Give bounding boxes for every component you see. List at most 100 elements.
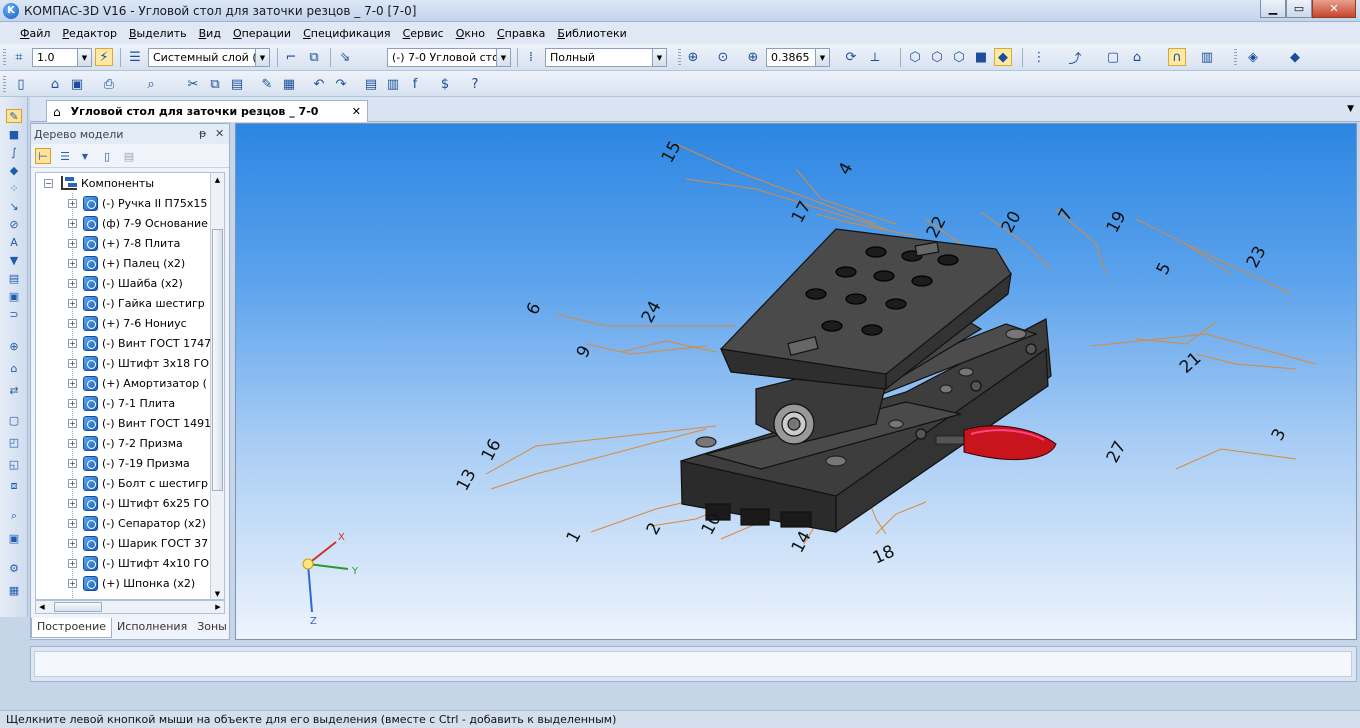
expand-icon[interactable]: + bbox=[68, 578, 77, 588]
expand-icon[interactable]: + bbox=[68, 378, 77, 388]
component-dropdown-button[interactable]: ▼ bbox=[497, 48, 511, 67]
zoom-fit-icon[interactable]: ⊙ bbox=[714, 48, 732, 66]
reports-icon[interactable]: ▣ bbox=[6, 289, 22, 303]
house-icon[interactable]: ⌂ bbox=[1128, 48, 1146, 66]
close-window-button[interactable]: ✕ bbox=[1312, 0, 1356, 18]
menu-item-5[interactable]: Спецификация bbox=[297, 27, 396, 40]
undo-icon[interactable]: ↶ bbox=[310, 75, 328, 93]
structure-view-icon[interactable]: ⊢ bbox=[35, 148, 51, 164]
expand-icon[interactable]: + bbox=[68, 498, 77, 508]
tabs-list-dropdown-icon[interactable]: ▼ bbox=[1347, 104, 1354, 114]
expand-icon[interactable]: + bbox=[68, 358, 77, 368]
layers-3d-icon[interactable]: ◈ bbox=[1244, 48, 1262, 66]
solid-icon[interactable]: ■ bbox=[6, 127, 22, 141]
tree-item[interactable]: + (-) Гайка шестигр bbox=[68, 293, 205, 313]
scroll-up-icon[interactable]: ▲ bbox=[211, 173, 224, 187]
current-component-icon[interactable]: ⇘ bbox=[336, 48, 354, 66]
surfaces-icon[interactable]: ◆ bbox=[6, 163, 22, 177]
collision-check-icon[interactable]: ⌕ bbox=[6, 509, 22, 523]
redo-icon[interactable]: ↷ bbox=[332, 75, 350, 93]
copy-icon[interactable]: ⧉ bbox=[206, 75, 224, 93]
cut-icon[interactable]: ✂ bbox=[184, 75, 202, 93]
expand-icon[interactable]: + bbox=[68, 278, 77, 288]
library-icon[interactable]: ▦ bbox=[6, 583, 22, 597]
toolbar-grip[interactable] bbox=[1234, 49, 1237, 66]
display-mode-select[interactable]: Полный bbox=[545, 48, 653, 67]
menu-item-6[interactable]: Сервис bbox=[397, 27, 450, 40]
view-cube-icon[interactable]: ◆ bbox=[1286, 48, 1304, 66]
close-panel-icon[interactable]: ✕ bbox=[215, 127, 224, 140]
tree-root-components[interactable]: − Компоненты bbox=[44, 173, 154, 193]
pin-panel-icon[interactable]: ᵽ bbox=[199, 127, 206, 140]
tree-vertical-scrollbar[interactable]: ▲ ▼ bbox=[210, 173, 224, 599]
expand-icon[interactable]: + bbox=[68, 418, 77, 428]
menu-item-1[interactable]: Редактор bbox=[56, 27, 123, 40]
snap-point-icon[interactable]: ⌗ bbox=[10, 48, 28, 66]
print-icon[interactable]: ⎙ bbox=[100, 75, 118, 93]
layer-dropdown-button[interactable]: ▼ bbox=[256, 48, 270, 67]
collapse-icon[interactable]: − bbox=[44, 178, 53, 188]
toolbar-grip[interactable] bbox=[678, 49, 681, 66]
model-viewport[interactable]: 1 2 3 4 5 6 7 9 10 13 14 15 16 17 18 19 20 21 22 23 24 27 X Y… bbox=[235, 123, 1357, 640]
menu-item-3[interactable]: Вид bbox=[193, 27, 227, 40]
section-icon[interactable]: ◱ bbox=[6, 457, 22, 471]
format-painter-icon[interactable]: ✎ bbox=[258, 75, 276, 93]
zoom-input[interactable]: 0.3865 bbox=[766, 48, 816, 67]
tree-item[interactable]: + (-) Штифт 6х25 ГО bbox=[68, 493, 209, 513]
menu-item-4[interactable]: Операции bbox=[227, 27, 297, 40]
tree-display-dropdown-icon[interactable]: ▼ bbox=[77, 148, 93, 164]
expand-icon[interactable]: + bbox=[68, 538, 77, 548]
calculator-icon[interactable]: $ bbox=[436, 75, 454, 93]
toolbar-grip[interactable] bbox=[3, 49, 6, 66]
close-tab-icon[interactable]: ✕ bbox=[352, 105, 361, 118]
wireframe-icon[interactable]: ⬡ bbox=[906, 48, 924, 66]
expand-icon[interactable]: + bbox=[68, 518, 77, 528]
magnet-icon[interactable]: ∩ bbox=[1168, 48, 1186, 66]
scroll-right-icon[interactable]: ▶ bbox=[212, 601, 224, 613]
tree-item[interactable]: + (ф) 7-9 Основание bbox=[68, 213, 208, 233]
menu-item-0[interactable]: Файл bbox=[14, 27, 56, 40]
local-cs-icon[interactable]: ⌐ bbox=[282, 48, 300, 66]
tab-assembly-document[interactable]: ⌂ Угловой стол для заточки резцов _ 7-0 … bbox=[46, 100, 368, 122]
hscroll-thumb[interactable] bbox=[54, 602, 102, 612]
expand-icon[interactable]: + bbox=[68, 258, 77, 268]
tree-item[interactable]: + (-) 7-1 Плита bbox=[68, 393, 175, 413]
variables-icon[interactable]: ▥ bbox=[384, 75, 402, 93]
snap-toggle-icon[interactable]: ⚡ bbox=[95, 48, 113, 66]
expand-icon[interactable]: + bbox=[68, 438, 77, 448]
tree-item[interactable]: + (-) Штифт 3х18 ГО bbox=[68, 353, 209, 373]
function-icon[interactable]: f bbox=[406, 75, 424, 93]
display-mode-dropdown-button[interactable]: ▼ bbox=[653, 48, 667, 67]
tree-properties-icon[interactable]: ▯ bbox=[99, 148, 115, 164]
tree-item[interactable]: + (-) 7-19 Призма bbox=[68, 453, 190, 473]
curves-icon[interactable]: ∫ bbox=[6, 145, 22, 159]
expand-icon[interactable]: + bbox=[68, 238, 77, 248]
tree-item[interactable]: + (+) Шпонка (x2) bbox=[68, 573, 195, 593]
orientation-icon[interactable]: ⟂ bbox=[866, 48, 884, 66]
auxiliary-geometry-icon[interactable]: ↘ bbox=[6, 199, 22, 213]
scroll-down-icon[interactable]: ▼ bbox=[211, 587, 224, 599]
tree-item[interactable]: + (-) Ручка II П75х15 bbox=[68, 193, 207, 213]
assembly-drawing[interactable]: 1 23456791013141516171819202122232427 X Y… bbox=[236, 124, 1357, 640]
selection-filter-icon[interactable]: ⤴ bbox=[1066, 48, 1084, 67]
tree-item[interactable]: + (-) Винт ГОСТ 1491 bbox=[68, 413, 211, 433]
tree-item[interactable]: + (+) Палец (x2) bbox=[68, 253, 185, 273]
expand-icon[interactable]: + bbox=[68, 458, 77, 468]
filter-icon[interactable]: ⋮ bbox=[1030, 48, 1048, 66]
expand-icon[interactable]: + bbox=[68, 318, 77, 328]
assembly-copy-icon[interactable]: ◰ bbox=[6, 435, 22, 449]
minimize-button[interactable]: ▁ bbox=[1260, 0, 1286, 18]
tree-item[interactable]: + (-) Сепаратор (x2) bbox=[68, 513, 206, 533]
move-component-icon[interactable]: ⇄ bbox=[6, 383, 22, 397]
menu-item-2[interactable]: Выделить bbox=[123, 27, 193, 40]
shaded-icon[interactable]: ■ bbox=[972, 48, 990, 66]
tree-item[interactable]: + (-) Шайба (x2) bbox=[68, 273, 183, 293]
expand-icon[interactable]: + bbox=[68, 298, 77, 308]
open-folder-icon[interactable]: ⌂ bbox=[46, 75, 64, 93]
menu-item-8[interactable]: Справка bbox=[491, 27, 551, 40]
standard-parts-icon[interactable]: ⚙ bbox=[6, 561, 22, 575]
toolbar-grip[interactable] bbox=[3, 76, 6, 93]
parameters-icon[interactable]: ▥ bbox=[1198, 48, 1216, 66]
scroll-thumb[interactable] bbox=[212, 229, 223, 491]
pipeline-icon[interactable]: ⊃ bbox=[6, 307, 22, 321]
